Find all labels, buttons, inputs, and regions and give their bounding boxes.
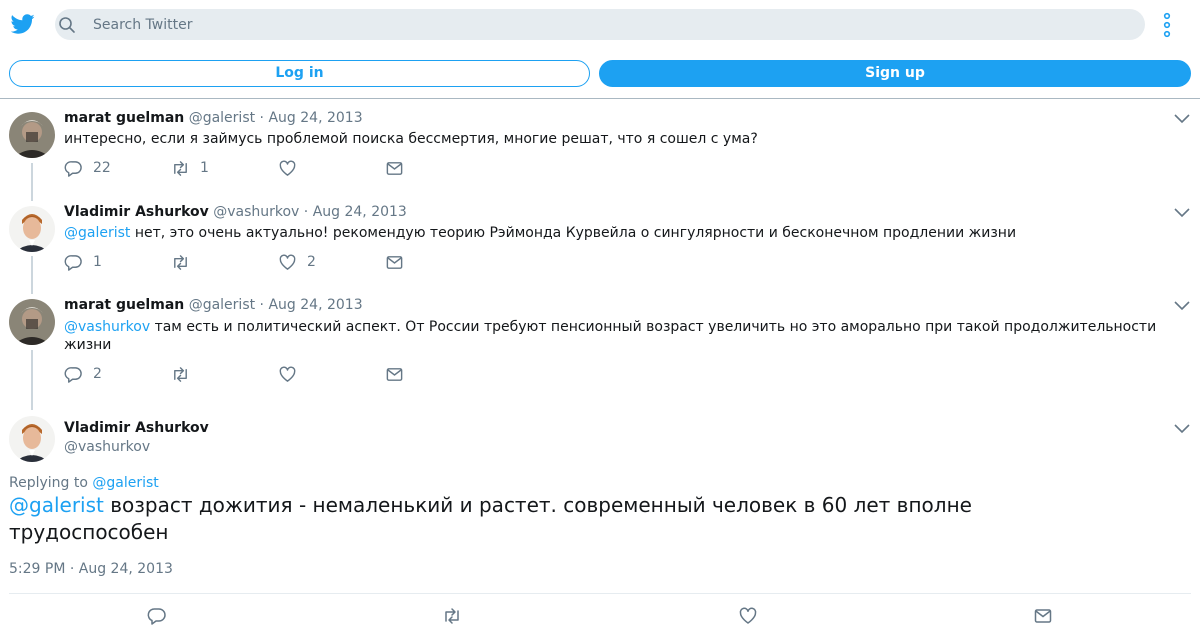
tweet-text: @galerist нет, это очень актуально! реко… [64, 224, 1174, 242]
like-action[interactable] [278, 158, 307, 178]
heart-icon [279, 160, 296, 176]
thread-line [31, 350, 33, 410]
search-box[interactable] [55, 9, 1145, 40]
login-button[interactable]: Log in [9, 60, 590, 87]
reply-action[interactable]: 1 [64, 252, 102, 272]
retweet-icon [174, 254, 187, 270]
retweet-count: 1 [200, 160, 209, 176]
heart-icon [279, 366, 296, 382]
tweet-text: @vashurkov там есть и политический аспек… [64, 318, 1174, 354]
author-handle[interactable]: @galerist [189, 297, 255, 313]
reply-action[interactable]: 22 [64, 158, 111, 178]
retweet-icon [174, 366, 187, 382]
mention-link[interactable]: @vashurkov [64, 319, 150, 335]
reply-icon [64, 254, 82, 271]
tweet-body: там есть и политический аспект. От Росси… [64, 319, 1157, 353]
author-handle[interactable]: @vashurkov [213, 204, 299, 220]
tweet-header: marat guelman @galerist · Aug 24, 2013 [64, 297, 363, 313]
message-action[interactable] [385, 252, 404, 272]
separator: · [255, 110, 269, 126]
envelope-icon [1034, 609, 1052, 623]
header-divider [0, 98, 1200, 99]
chevron-down-icon[interactable] [1174, 301, 1190, 311]
avatar[interactable] [9, 416, 55, 462]
avatar[interactable] [9, 299, 55, 345]
message-button[interactable] [1033, 606, 1053, 626]
reply-icon [64, 160, 82, 177]
retweet-action[interactable] [171, 252, 200, 272]
avatar[interactable] [9, 112, 55, 158]
chevron-down-icon[interactable] [1174, 424, 1190, 434]
reply-count: 2 [93, 366, 102, 382]
main-author-name[interactable]: Vladimir Ashurkov [64, 420, 209, 436]
retweet-icon [174, 160, 187, 176]
search-icon [59, 17, 75, 33]
envelope-icon [386, 255, 403, 269]
main-tweet-text: @galerist возраст дожития - немаленький … [9, 492, 1109, 546]
tweet-timestamp[interactable]: 5:29 PM · Aug 24, 2013 [9, 561, 173, 577]
like-count: 2 [307, 254, 316, 270]
top-bar [0, 0, 1200, 48]
envelope-icon [386, 161, 403, 175]
main-author-handle[interactable]: @vashurkov [64, 439, 150, 455]
replying-prefix: Replying to [9, 475, 93, 491]
like-button[interactable] [738, 606, 758, 626]
tweet-header: Vladimir Ashurkov @vashurkov · Aug 24, 2… [64, 204, 407, 220]
retweet-button[interactable] [442, 606, 462, 626]
reply-icon [64, 366, 82, 383]
tweet-date[interactable]: Aug 24, 2013 [268, 110, 362, 126]
author-name[interactable]: Vladimir Ashurkov [64, 204, 209, 220]
tweet-actions: 22 1 [64, 158, 424, 178]
tweet-actions: 2 [64, 364, 424, 384]
tweet-date[interactable]: Aug 24, 2013 [313, 204, 407, 220]
retweet-icon [445, 608, 459, 624]
chevron-down-icon[interactable] [1174, 114, 1190, 124]
more-options-icon[interactable] [1158, 12, 1176, 38]
chevron-down-icon[interactable] [1174, 208, 1190, 218]
author-handle[interactable]: @galerist [189, 110, 255, 126]
tweet-body: нет, это очень актуально! рекомендую тео… [130, 225, 1017, 241]
author-name[interactable]: marat guelman [64, 297, 184, 313]
mention-link[interactable]: @galerist [9, 493, 104, 517]
heart-icon [279, 254, 296, 270]
mention-link[interactable]: @galerist [64, 225, 130, 241]
like-action[interactable]: 2 [278, 252, 316, 272]
message-action[interactable] [385, 364, 404, 384]
reply-button[interactable] [147, 606, 167, 626]
reply-action[interactable]: 2 [64, 364, 102, 384]
search-input[interactable] [93, 9, 1093, 40]
separator: · [255, 297, 269, 313]
avatar[interactable] [9, 206, 55, 252]
author-name[interactable]: marat guelman [64, 110, 184, 126]
reply-count: 22 [93, 160, 111, 176]
signup-button[interactable]: Sign up [599, 60, 1191, 87]
separator: · [299, 204, 313, 220]
tweet-header: marat guelman @galerist · Aug 24, 2013 [64, 110, 363, 126]
message-action[interactable] [385, 158, 404, 178]
tweet-text: интересно, если я займусь проблемой поис… [64, 130, 1174, 148]
thread-line [31, 163, 33, 201]
actions-divider [9, 593, 1191, 594]
replying-to: Replying to @galerist [9, 475, 159, 491]
tweet-date[interactable]: Aug 24, 2013 [268, 297, 362, 313]
reply-icon [147, 608, 166, 625]
like-action[interactable] [278, 364, 307, 384]
retweet-action[interactable] [171, 364, 200, 384]
main-tweet-body: возраст дожития - немаленький и растет. … [9, 493, 972, 544]
replying-to-link[interactable]: @galerist [92, 475, 158, 491]
thread-line [31, 256, 33, 294]
heart-icon [739, 607, 757, 624]
envelope-icon [386, 367, 403, 381]
tweet-actions: 1 2 [64, 252, 424, 272]
twitter-bird-icon[interactable] [11, 12, 35, 36]
retweet-action[interactable]: 1 [171, 158, 209, 178]
tweet-body: интересно, если я займусь проблемой поис… [64, 131, 758, 147]
reply-count: 1 [93, 254, 102, 270]
